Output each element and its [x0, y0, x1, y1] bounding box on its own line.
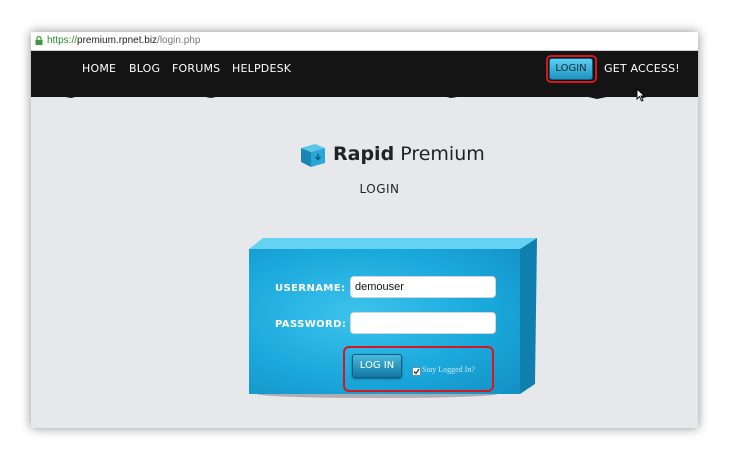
- brand-name: Rapid Premium: [333, 143, 485, 165]
- torn-edge-decoration: [31, 88, 698, 99]
- page-title: LOGIN: [359, 182, 400, 196]
- url-text: https://premium.rpnet.biz/login.php: [47, 32, 200, 50]
- nav-forums[interactable]: FORUMS: [172, 62, 220, 75]
- username-input[interactable]: demouser: [350, 276, 496, 298]
- url-domain: premium.rpnet.biz: [77, 35, 158, 46]
- nav-blog[interactable]: BLOG: [129, 62, 160, 75]
- submit-highlight-annotation: [343, 346, 494, 392]
- username-label: USERNAME:: [275, 283, 346, 294]
- url-path: /login.php: [157, 35, 201, 46]
- address-bar[interactable]: https://premium.rpnet.biz/login.php: [31, 32, 698, 51]
- nav-get-access[interactable]: GET ACCESS!: [604, 62, 680, 75]
- brand-light: Premium: [400, 143, 485, 165]
- password-input[interactable]: [350, 312, 496, 334]
- browser-window: https://premium.rpnet.biz/login.php HOME…: [31, 32, 698, 428]
- nav-home[interactable]: HOME: [82, 62, 116, 75]
- rapid-premium-logo-icon: [301, 144, 325, 167]
- login-highlight-annotation: [546, 55, 597, 83]
- brand-bold: Rapid: [333, 143, 395, 165]
- mouse-cursor-icon: [636, 88, 646, 102]
- lock-icon: [35, 36, 43, 45]
- password-label: PASSWORD:: [275, 319, 347, 330]
- url-scheme: https://: [47, 35, 78, 46]
- nav-helpdesk[interactable]: HELPDESK: [232, 62, 291, 75]
